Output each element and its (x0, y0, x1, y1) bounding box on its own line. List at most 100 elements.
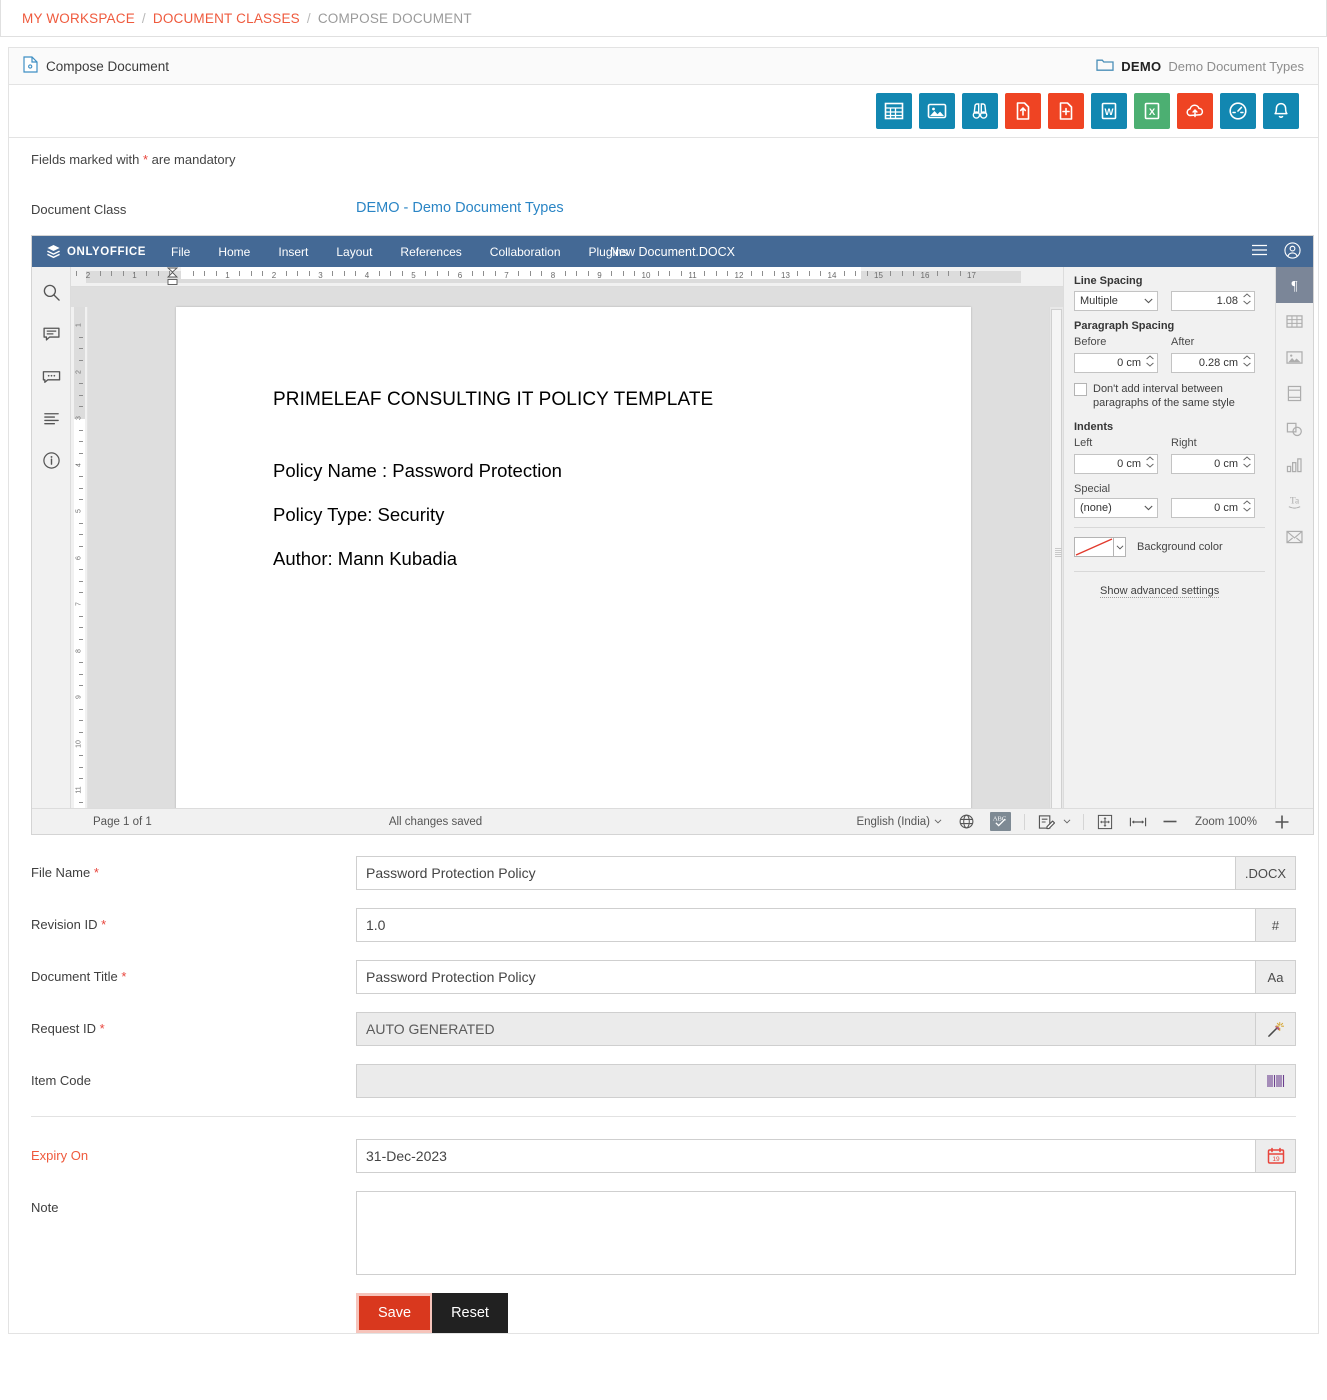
editor-menu-plugins[interactable]: Plugins (575, 245, 642, 259)
request-id-label: Request ID * (31, 1012, 356, 1036)
excel-document-icon[interactable]: X (1134, 93, 1170, 129)
document-vertical-scrollbar[interactable] (1049, 307, 1063, 835)
background-color-dropdown[interactable] (1114, 537, 1126, 557)
field-row-document-title: Document Title * Password Protection Pol… (9, 960, 1318, 994)
binoculars-icon[interactable] (962, 93, 998, 129)
hamburger-menu-icon[interactable] (1251, 243, 1268, 260)
spacing-before-spinner[interactable]: 0 cm (1074, 353, 1158, 373)
compose-document-panel: Compose Document DEMO Demo Document Type… (8, 47, 1319, 1334)
mandatory-note-suffix: are mandatory (148, 152, 235, 167)
magic-wand-icon[interactable] (1256, 1012, 1296, 1046)
upload-document-icon[interactable] (1005, 93, 1041, 129)
spinner-arrows-icon[interactable] (1146, 355, 1154, 367)
special-indent-amount-spinner[interactable]: 0 cm (1171, 498, 1255, 518)
zoom-level: Zoom 100% (1185, 816, 1267, 828)
comments-icon[interactable] (40, 323, 62, 345)
paragraph-settings-icon[interactable]: ¶ (1276, 267, 1314, 303)
track-changes-dropdown-icon[interactable] (1063, 819, 1078, 824)
shape-settings-icon[interactable] (1276, 411, 1314, 447)
indent-marker-icon[interactable] (166, 267, 179, 287)
editor-menu-references[interactable]: References (386, 245, 475, 259)
spacing-after-spinner[interactable]: 0.28 cm (1171, 353, 1255, 373)
expiry-on-input[interactable]: 31-Dec-2023 (356, 1139, 1256, 1173)
editor-menu-layout[interactable]: Layout (322, 245, 386, 259)
mandatory-note-prefix: Fields marked with (31, 152, 143, 167)
field-row-revision-id: Revision ID * 1.0 # (9, 908, 1318, 942)
line-spacing-value-spinner[interactable]: 1.08 (1171, 291, 1255, 311)
reset-button[interactable]: Reset (432, 1293, 508, 1333)
editor-right-rail: ¶ (1275, 267, 1313, 835)
barcode-icon[interactable] (1256, 1064, 1296, 1098)
document-line-policy-name: Policy Name : Password Protection (273, 460, 971, 482)
indent-right-spinner[interactable]: 0 cm (1171, 454, 1255, 474)
spinner-arrows-icon[interactable] (1243, 293, 1251, 305)
spinner-arrows-icon[interactable] (1243, 500, 1251, 512)
editor-menu-collaboration[interactable]: Collaboration (476, 245, 575, 259)
onlyoffice-editor[interactable]: ONLYOFFICE File Home Insert Layout Refer… (31, 235, 1314, 835)
set-document-language-icon[interactable] (951, 814, 982, 829)
chart-settings-icon[interactable] (1276, 447, 1314, 483)
word-document-icon[interactable]: W (1091, 93, 1127, 129)
search-icon[interactable] (40, 281, 62, 303)
zoom-out-button[interactable] (1155, 820, 1185, 823)
editor-canvas[interactable]: 211234567891011121314151617 123456789101… (71, 267, 1063, 835)
svg-text:ABC: ABC (993, 815, 1006, 822)
grid-view-icon[interactable] (876, 93, 912, 129)
spinner-arrows-icon[interactable] (1243, 355, 1251, 367)
chevron-down-icon (1144, 298, 1153, 304)
fit-to-page-icon[interactable] (1089, 814, 1121, 830)
editor-menu-insert[interactable]: Insert (264, 245, 322, 259)
breadcrumb-item-my-workspace[interactable]: MY WORKSPACE (22, 11, 135, 26)
background-color-swatch[interactable] (1074, 537, 1114, 557)
table-settings-icon[interactable] (1276, 303, 1314, 339)
language-selector[interactable]: English (India) (847, 816, 951, 828)
save-button[interactable]: Save (356, 1293, 433, 1333)
expiry-on-label: Expiry On (31, 1139, 356, 1163)
file-name-input[interactable]: Password Protection Policy (356, 856, 1236, 890)
editor-menu-home[interactable]: Home (204, 245, 264, 259)
svg-text:X: X (1149, 107, 1156, 118)
horizontal-ruler[interactable]: 211234567891011121314151617 (71, 267, 1063, 287)
document-page[interactable]: PRIMELEAF CONSULTING IT POLICY TEMPLATE … (176, 307, 971, 835)
no-interval-checkbox[interactable] (1074, 383, 1087, 396)
document-page-icon (23, 56, 38, 76)
notification-bell-icon[interactable] (1263, 93, 1299, 129)
fit-to-width-icon[interactable] (1121, 816, 1155, 828)
document-scroll-area[interactable]: 1234567891011 PRIMELEAF CONSULTING IT PO… (71, 287, 1063, 835)
paragraph-spacing-title: Paragraph Spacing (1074, 320, 1265, 332)
folder-icon (1096, 57, 1114, 75)
zoom-in-button[interactable] (1267, 815, 1297, 829)
vertical-ruler: 1234567891011 (71, 307, 88, 835)
indent-left-label: Left (1074, 437, 1158, 449)
special-indent-select[interactable]: (none) (1074, 498, 1158, 518)
show-advanced-settings-link[interactable]: Show advanced settings (1100, 585, 1219, 598)
panel-header: Compose Document DEMO Demo Document Type… (9, 48, 1318, 85)
track-changes-icon[interactable] (1030, 814, 1063, 830)
breadcrumb-item-document-classes[interactable]: DOCUMENT CLASSES (153, 11, 300, 26)
add-document-icon[interactable] (1048, 93, 1084, 129)
breadcrumb-separator: / (307, 11, 311, 26)
spell-checking-icon[interactable]: ABC (982, 812, 1019, 831)
line-spacing-mode-select[interactable]: Multiple (1074, 291, 1158, 311)
image-settings-icon[interactable] (1276, 339, 1314, 375)
spinner-arrows-icon[interactable] (1243, 456, 1251, 468)
header-footer-settings-icon[interactable] (1276, 375, 1314, 411)
image-icon[interactable] (919, 93, 955, 129)
note-textarea[interactable] (356, 1191, 1296, 1275)
about-icon[interactable] (40, 449, 62, 471)
calendar-icon[interactable]: 19 (1256, 1139, 1296, 1173)
dashboard-icon[interactable] (1220, 93, 1256, 129)
editor-menu-file[interactable]: File (157, 245, 204, 259)
indent-left-spinner[interactable]: 0 cm (1074, 454, 1158, 474)
spinner-arrows-icon[interactable] (1146, 456, 1154, 468)
text-art-settings-icon[interactable]: Ta (1276, 483, 1314, 519)
cloud-upload-icon[interactable] (1177, 93, 1213, 129)
mail-merge-icon[interactable] (1276, 519, 1314, 555)
revision-id-input[interactable]: 1.0 (356, 908, 1256, 942)
scrollbar-thumb[interactable] (1051, 309, 1062, 814)
document-title-input[interactable]: Password Protection Policy (356, 960, 1256, 994)
user-account-icon[interactable] (1284, 242, 1301, 262)
headings-icon[interactable] (40, 407, 62, 429)
chat-icon[interactable] (40, 365, 62, 387)
save-status: All changes saved (389, 816, 482, 828)
